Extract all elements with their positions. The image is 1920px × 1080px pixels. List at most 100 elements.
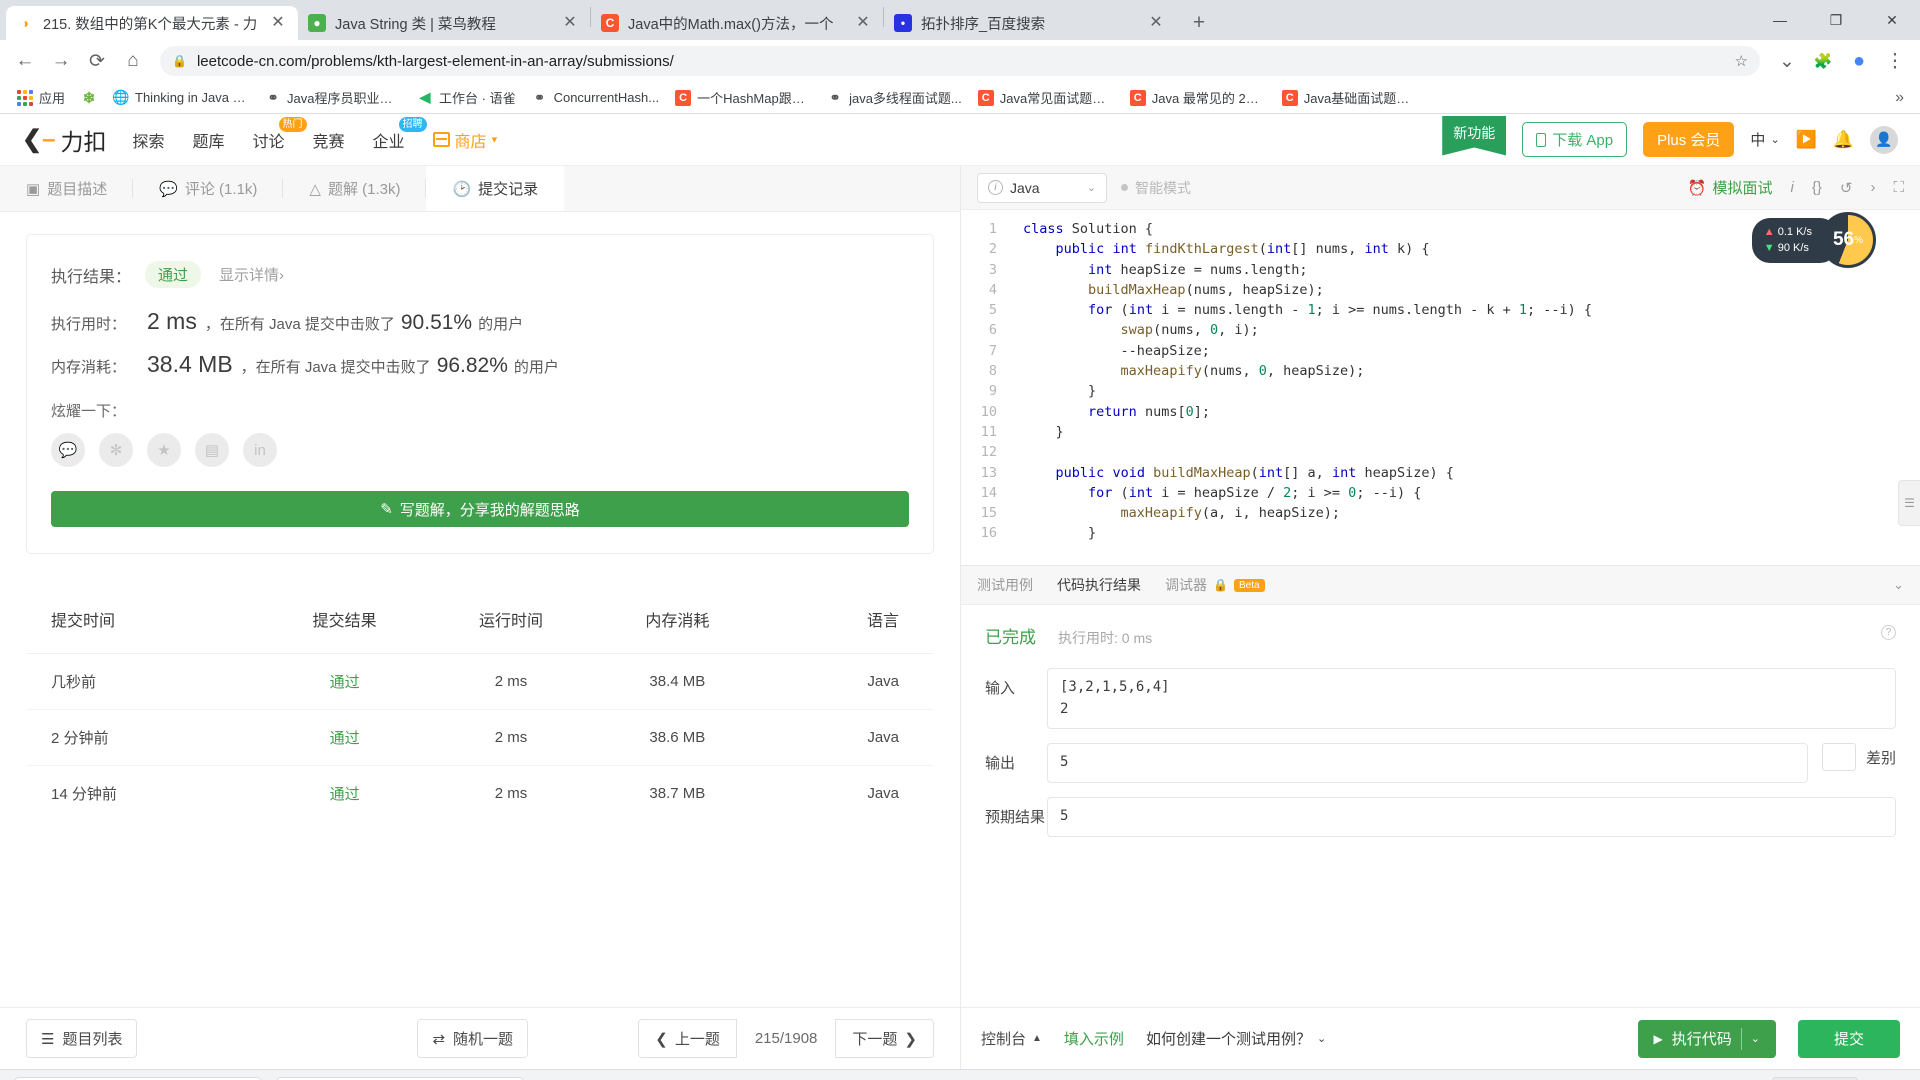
bookmark-item[interactable]: ⚭ Java程序员职业生...	[258, 85, 408, 110]
linkedin-icon[interactable]: in	[243, 433, 277, 467]
reload-icon[interactable]: ⟳	[80, 44, 114, 78]
tab-solutions[interactable]: △ 题解 (1.3k)	[283, 166, 427, 211]
nav-item-explore[interactable]: 探索	[132, 128, 164, 152]
minimize-button[interactable]: —	[1752, 0, 1808, 40]
address-bar[interactable]: 🔒 leetcode-cn.com/problems/kth-largest-e…	[160, 46, 1760, 76]
bookmark-item[interactable]: ⚭ ConcurrentHash...	[525, 87, 667, 109]
menu-icon[interactable]: ⋮	[1878, 44, 1912, 78]
close-icon[interactable]: ✕	[560, 15, 580, 31]
new-tab-button[interactable]: +	[1182, 6, 1216, 40]
submit-button[interactable]: 提交	[1797, 1019, 1900, 1058]
tab-label: 测试用例	[977, 577, 1033, 593]
run-code-button[interactable]: ▶ 执行代码 ⌄	[1637, 1019, 1776, 1058]
fill-example-button[interactable]: 填入示例	[1064, 1028, 1124, 1049]
language-dropdown[interactable]: i Java ⌄	[977, 172, 1107, 203]
tab-comments[interactable]: 💬 评论 (1.1k)	[133, 166, 284, 211]
back-icon[interactable]: ←	[8, 44, 42, 78]
smart-mode-toggle[interactable]: 智能模式	[1121, 178, 1191, 198]
problem-list-button[interactable]: ☰ 题目列表	[26, 1019, 138, 1058]
diff-toggle[interactable]: 差别	[1821, 743, 1896, 772]
bookmarks-overflow-icon[interactable]: »	[1889, 89, 1910, 107]
mock-interview-button[interactable]: ⏰ 模拟面试	[1688, 177, 1773, 198]
table-row[interactable]: 14 分钟前 通过 2 ms 38.7 MB Java	[27, 766, 933, 822]
bookmark-item[interactable]: ◀ 工作台 · 语雀	[410, 85, 523, 110]
info-icon[interactable]: i	[1791, 179, 1794, 196]
side-panel-handle[interactable]: ☰	[1898, 480, 1920, 526]
nav-item-shop[interactable]: 商店 ▾	[432, 128, 497, 152]
download-item[interactable]: 下载.html ⌃	[276, 1076, 524, 1080]
help-icon[interactable]: ?	[1881, 625, 1896, 640]
cell-status[interactable]: 通过	[261, 653, 428, 710]
cell-runtime: 2 ms	[494, 785, 528, 802]
cell-status[interactable]: 通过	[261, 709, 428, 766]
close-icon[interactable]: ✕	[853, 15, 873, 31]
video-icon[interactable]: ▶️	[1796, 130, 1817, 150]
network-speed-widget[interactable]: ▲ 0.1 K/s ▼ 90 K/s 56%	[1751, 212, 1876, 268]
maximize-button[interactable]: ❐	[1808, 0, 1864, 40]
show-all-downloads-button[interactable]: 全部显示	[1771, 1076, 1858, 1080]
tab-submissions[interactable]: 🕑 提交记录	[426, 166, 565, 211]
tab-description[interactable]: ▣ 题目描述	[0, 166, 134, 211]
chevron-down-icon[interactable]: ⌄	[1751, 1032, 1760, 1045]
tab-result[interactable]: 代码执行结果	[1057, 575, 1141, 595]
nav-item-problems[interactable]: 题库	[192, 128, 224, 152]
bookmark-item[interactable]: C Java常见面试题汇...	[971, 85, 1121, 110]
write-solution-button[interactable]: ✎ 写题解，分享我的解题思路	[51, 491, 909, 527]
collapse-console-icon[interactable]: ⌄	[1893, 577, 1904, 593]
show-detail-link[interactable]: 显示详情›	[219, 264, 284, 285]
browser-tab[interactable]: ● Java String 类 | 菜鸟教程 ✕	[298, 6, 590, 40]
language-selector[interactable]: 中 ⌄	[1750, 129, 1779, 150]
close-icon[interactable]: ✕	[1146, 15, 1166, 31]
bookmark-apps[interactable]: 应用	[10, 85, 72, 110]
tab-testcase[interactable]: 测试用例	[977, 575, 1033, 595]
fullscreen-icon[interactable]: ⛶	[1893, 179, 1904, 196]
howto-testcase-link[interactable]: 如何创建一个测试用例？ ⌄	[1146, 1028, 1326, 1049]
browser-tab[interactable]: C Java中的Math.max()方法，一个 ✕	[591, 6, 883, 40]
table-row[interactable]: 几秒前 通过 2 ms 38.4 MB Java	[27, 653, 933, 710]
nav-item-discuss[interactable]: 讨论 热门	[253, 116, 307, 152]
home-icon[interactable]: ⌂	[116, 44, 150, 78]
tab-debugger[interactable]: 调试器 🔒 Beta	[1165, 575, 1265, 595]
download-app-button[interactable]: 下载 App	[1522, 122, 1628, 157]
cell-status[interactable]: 通过	[261, 766, 427, 822]
language-value: Java	[1010, 179, 1040, 196]
bookmark-item[interactable]: 🌐 Thinking in Java 4...	[106, 87, 256, 109]
puzzle-icon[interactable]: 🧩	[1806, 44, 1840, 78]
weibo-icon[interactable]: ✻	[99, 433, 133, 467]
browser-tab[interactable]: ◑ 215. 数组中的第K个最大元素 - 力 ✕	[6, 6, 298, 40]
douban-icon[interactable]: ▤	[195, 433, 229, 467]
forward-icon[interactable]: →	[44, 44, 78, 78]
bookmark-star-icon[interactable]: ☆	[1735, 52, 1748, 70]
avatar[interactable]: 👤	[1870, 125, 1898, 154]
bookmark-item[interactable]: C 一个HashMap跟面...	[668, 85, 818, 110]
next-problem-button[interactable]: 下一题 ❯	[835, 1019, 934, 1058]
close-icon[interactable]: ✕	[268, 15, 288, 31]
undo-icon[interactable]: ↺	[1840, 179, 1853, 197]
wechat-icon[interactable]: 💬	[51, 433, 85, 467]
input-value[interactable]: [3,2,1,5,6,4] 2	[1047, 668, 1896, 730]
bookmark-item[interactable]: C Java 最常见的 200...	[1123, 85, 1273, 110]
download-item[interactable]: 下载 (1).html ⌃	[14, 1076, 262, 1080]
braces-icon[interactable]: {}	[1812, 179, 1822, 196]
redo-icon[interactable]: ›	[1870, 179, 1875, 196]
diff-checkbox[interactable]	[1821, 743, 1856, 772]
plus-member-button[interactable]: Plus 会员	[1643, 122, 1735, 157]
extensions-chevron-icon[interactable]: ⌄	[1770, 44, 1804, 78]
prev-problem-button[interactable]: ❮ 上一题	[638, 1019, 737, 1058]
random-problem-button[interactable]: ⇄ 随机一题	[417, 1019, 529, 1058]
bookmark-item[interactable]: C Java基础面试题整...	[1275, 85, 1425, 110]
shuffle-icon: ⇄	[432, 1030, 446, 1048]
nav-item-contest[interactable]: 竞赛	[313, 128, 345, 152]
bell-icon[interactable]: 🔔	[1833, 130, 1854, 150]
nav-item-enterprise[interactable]: 企业 招聘	[373, 116, 427, 152]
console-toggle-button[interactable]: 控制台 ▲	[981, 1028, 1042, 1049]
bookmark-item[interactable]: ⚭ java多线程面试题...	[820, 85, 969, 110]
close-window-button[interactable]: ✕	[1864, 0, 1920, 40]
leetcode-logo[interactable]: ❮– 力扣	[22, 123, 106, 157]
browser-tab[interactable]: • 拓扑排序_百度搜索 ✕	[884, 6, 1176, 40]
zhihu-icon: ⚭	[534, 89, 546, 105]
profile-icon[interactable]: ●	[1842, 44, 1876, 78]
table-row[interactable]: 2 分钟前 通过 2 ms 38.6 MB Java	[27, 709, 933, 766]
bookmark-item[interactable]: ❄	[74, 87, 104, 109]
qzone-icon[interactable]: ★	[147, 433, 181, 467]
